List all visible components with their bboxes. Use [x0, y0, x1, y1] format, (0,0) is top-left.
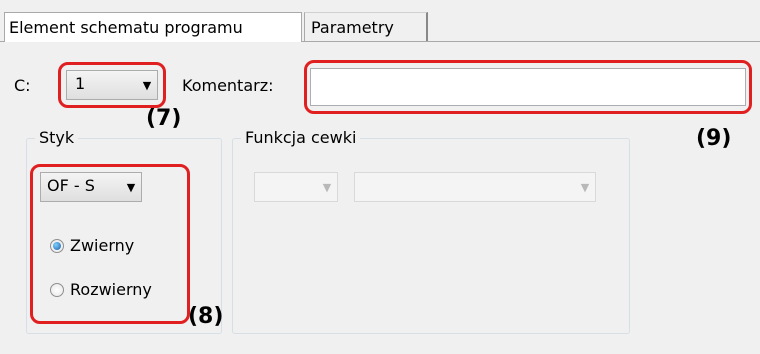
- tab-element-schematu[interactable]: Element schematu programu: [4, 12, 302, 42]
- funkcja-cewki-title: Funkcja cewki: [241, 128, 361, 147]
- komentarz-label: Komentarz:: [182, 76, 274, 95]
- annotation-9: (9): [696, 126, 732, 151]
- funkcja-cewki-group: Funkcja cewki: [232, 128, 630, 334]
- highlight-komentarz: [304, 60, 752, 114]
- tab-strip: Element schematu programu Parametry: [0, 0, 760, 42]
- funkcja-cewki-select-1[interactable]: ▼: [254, 172, 338, 202]
- tab-parametry[interactable]: Parametry: [304, 12, 428, 42]
- annotation-8: (8): [188, 304, 224, 329]
- highlight-c-select: [58, 62, 166, 108]
- highlight-styk: [30, 164, 190, 324]
- funkcja-cewki-select-2[interactable]: ▼: [354, 172, 596, 202]
- annotation-7: (7): [146, 106, 182, 131]
- c-label: C:: [14, 76, 31, 95]
- tab-panel: C: 1 ▼ Komentarz: Styk OF - S ▼ Zwierny …: [0, 42, 760, 354]
- chevron-down-icon: ▼: [580, 180, 590, 194]
- chevron-down-icon: ▼: [322, 180, 332, 194]
- styk-group-title: Styk: [35, 128, 79, 147]
